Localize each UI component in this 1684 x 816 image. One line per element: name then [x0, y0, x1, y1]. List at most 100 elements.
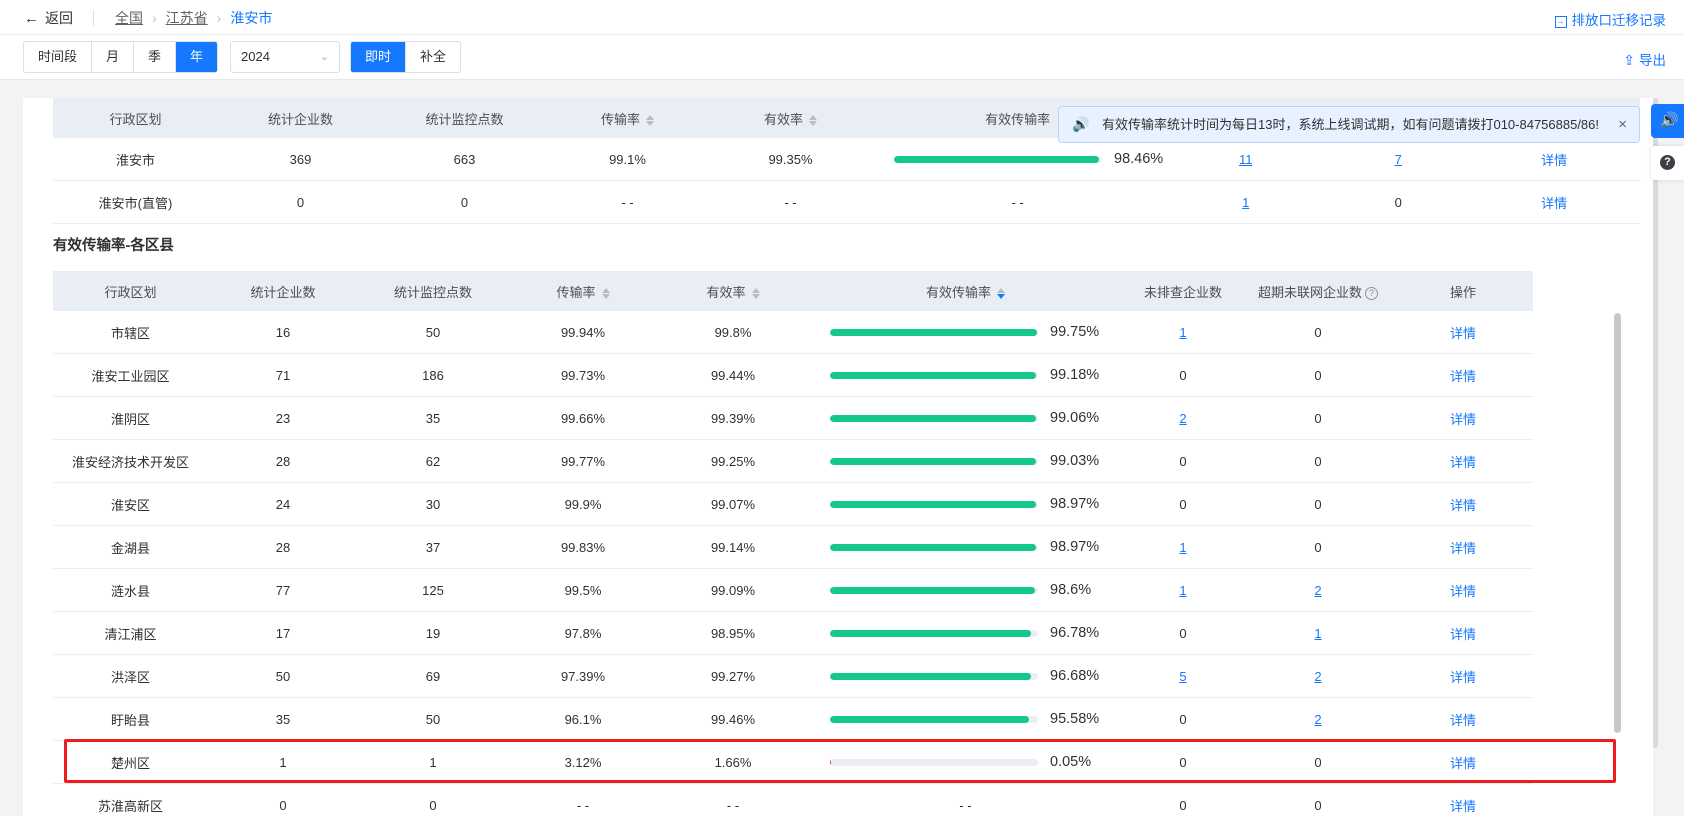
question-icon: ? [1660, 155, 1675, 170]
cell-validity: - - [658, 783, 808, 816]
detail-link[interactable]: 详情 [1450, 541, 1476, 556]
cell-region: 淮安工业园区 [53, 353, 208, 397]
year-select[interactable]: 2024 ⌄ [230, 41, 340, 73]
notice-text: 有效传输率统计时间为每日13时，系统上线调试期，如有问题请拨打010-84756… [1102, 117, 1600, 132]
header-transmission[interactable]: 传输率 [508, 271, 658, 311]
cell-points: 69 [358, 654, 508, 698]
notice-toggle-button[interactable]: 🔊 [1651, 104, 1684, 138]
detail-link[interactable]: 详情 [1450, 627, 1476, 642]
cell-validity: 99.39% [658, 396, 808, 440]
help-button[interactable]: ? [1651, 146, 1684, 180]
content-panel: 行政区划 统计企业数 统计监控点数 传输率 有效率 有效传输率 淮安市 369 66… [23, 98, 1653, 816]
help-circle-icon[interactable]: ? [1365, 286, 1378, 300]
cell-region: 淮阴区 [53, 396, 208, 440]
cell-transmission: 99.9% [508, 482, 658, 526]
cell-points: 62 [358, 439, 508, 483]
tab-realtime[interactable]: 即时 [351, 42, 407, 72]
district-table: 行政区划 统计企业数 统计监控点数 传输率 有效率 有效传输率 未排查企业数 超… [53, 271, 1533, 816]
detail-link[interactable]: 详情 [1450, 670, 1476, 685]
unchecked-link[interactable]: 11 [1239, 152, 1253, 167]
effective-rate: 99.03% [808, 453, 1123, 469]
detail-link[interactable]: 详情 [1450, 326, 1476, 341]
cell-validity: 99.46% [658, 697, 808, 741]
offline-link[interactable]: 7 [1395, 152, 1402, 167]
progress-bar [830, 457, 1038, 465]
progress-fill [830, 371, 1037, 379]
offline-link[interactable]: 2 [1314, 669, 1321, 684]
page-scrollbar[interactable] [1653, 98, 1658, 748]
effective-value: 98.97% [1050, 539, 1100, 555]
header-validity[interactable]: 有效率 [658, 271, 808, 311]
progress-bar [830, 758, 1038, 766]
table-row: 楚州区 1 1 3.12% 1.66% 0.05% 0 0 详情 [53, 740, 1533, 784]
cell-points: 30 [358, 482, 508, 526]
offline-link[interactable]: 2 [1314, 583, 1321, 598]
unchecked-link[interactable]: 1 [1179, 583, 1186, 598]
detail-link[interactable]: 详情 [1450, 584, 1476, 599]
tab-backfill[interactable]: 补全 [406, 42, 460, 72]
back-button[interactable]: ← 返回 [24, 8, 73, 28]
progress-fill [830, 586, 1036, 594]
unchecked-link[interactable]: 1 [1179, 325, 1186, 340]
tab-month[interactable]: 月 [92, 42, 135, 72]
tab-year[interactable]: 年 [176, 42, 218, 72]
header-effective[interactable]: 有效传输率 [808, 271, 1123, 311]
breadcrumb-province[interactable]: 江苏省 [166, 10, 208, 26]
detail-link[interactable]: 详情 [1450, 498, 1476, 513]
breadcrumb-national[interactable]: 全国 [115, 10, 143, 26]
migration-record-link[interactable]: → 排放口迁移记录 [1554, 9, 1666, 29]
breadcrumb-city: 淮安市 [230, 10, 273, 26]
tab-period-range[interactable]: 时间段 [24, 42, 93, 72]
detail-link[interactable]: 详情 [1450, 369, 1476, 384]
detail-link[interactable]: 详情 [1541, 153, 1567, 168]
offline-link[interactable]: 2 [1314, 712, 1321, 727]
export-label: 导出 [1639, 53, 1666, 68]
cell-unchecked: 0 [1123, 740, 1243, 784]
cell-effective: 98.97% [808, 482, 1123, 526]
header-unchecked: 未排查企业数 [1123, 271, 1243, 311]
tab-quarter[interactable]: 季 [134, 42, 177, 72]
detail-link[interactable]: 详情 [1450, 412, 1476, 427]
table-row: 涟水县 77 125 99.5% 99.09% 98.6% 1 2 详情 [53, 568, 1533, 612]
cell-region: 金湖县 [53, 525, 208, 569]
unchecked-link[interactable]: 5 [1179, 669, 1186, 684]
cell-region: 淮安市 [53, 138, 218, 181]
detail-link[interactable]: 详情 [1450, 756, 1476, 771]
offline-link[interactable]: 1 [1314, 626, 1321, 641]
close-icon[interactable]: × [1618, 107, 1627, 142]
table-scrollbar[interactable] [1614, 313, 1621, 733]
progress-fill [894, 155, 1099, 163]
unchecked-link[interactable]: 2 [1179, 411, 1186, 426]
cell-validity: 1.66% [658, 740, 808, 784]
detail-link[interactable]: 详情 [1541, 196, 1567, 211]
header-validity[interactable]: 有效率 [709, 98, 872, 138]
cell-unchecked: 0 [1123, 697, 1243, 741]
progress-bar [894, 155, 1102, 163]
cell-companies: 77 [208, 568, 358, 612]
progress-bar [830, 715, 1038, 723]
table-row: 洪泽区 50 69 97.39% 99.27% 96.68% 5 2 详情 [53, 654, 1533, 698]
cell-points: 19 [358, 611, 508, 655]
cell-effective: 96.78% [808, 611, 1123, 655]
export-button[interactable]: ⇪ 导出 [1623, 49, 1666, 69]
cell-transmission: 99.94% [508, 311, 658, 354]
effective-value: 96.68% [1050, 668, 1100, 684]
effective-rate: 98.97% [808, 496, 1123, 512]
cell-action: 详情 [1468, 180, 1641, 224]
cell-points: 50 [358, 697, 508, 741]
cell-transmission: 96.1% [508, 697, 658, 741]
header-transmission[interactable]: 传输率 [546, 98, 709, 138]
effective-rate: 98.97% [808, 539, 1123, 555]
detail-link[interactable]: 详情 [1450, 455, 1476, 470]
header-action: 操作 [1393, 271, 1533, 311]
table-row: 苏淮高新区 0 0- -- -- -0 0 详情 [53, 783, 1533, 816]
effective-value: 98.97% [1050, 496, 1100, 512]
detail-link[interactable]: 详情 [1450, 799, 1476, 814]
unchecked-link[interactable]: 1 [1242, 195, 1249, 210]
header-region: 行政区划 [53, 271, 208, 311]
unchecked-link[interactable]: 1 [1179, 540, 1186, 555]
cell-unchecked: 5 [1123, 654, 1243, 698]
cell-unchecked: 1 [1123, 525, 1243, 569]
effective-rate: 99.18% [808, 367, 1123, 383]
detail-link[interactable]: 详情 [1450, 713, 1476, 728]
